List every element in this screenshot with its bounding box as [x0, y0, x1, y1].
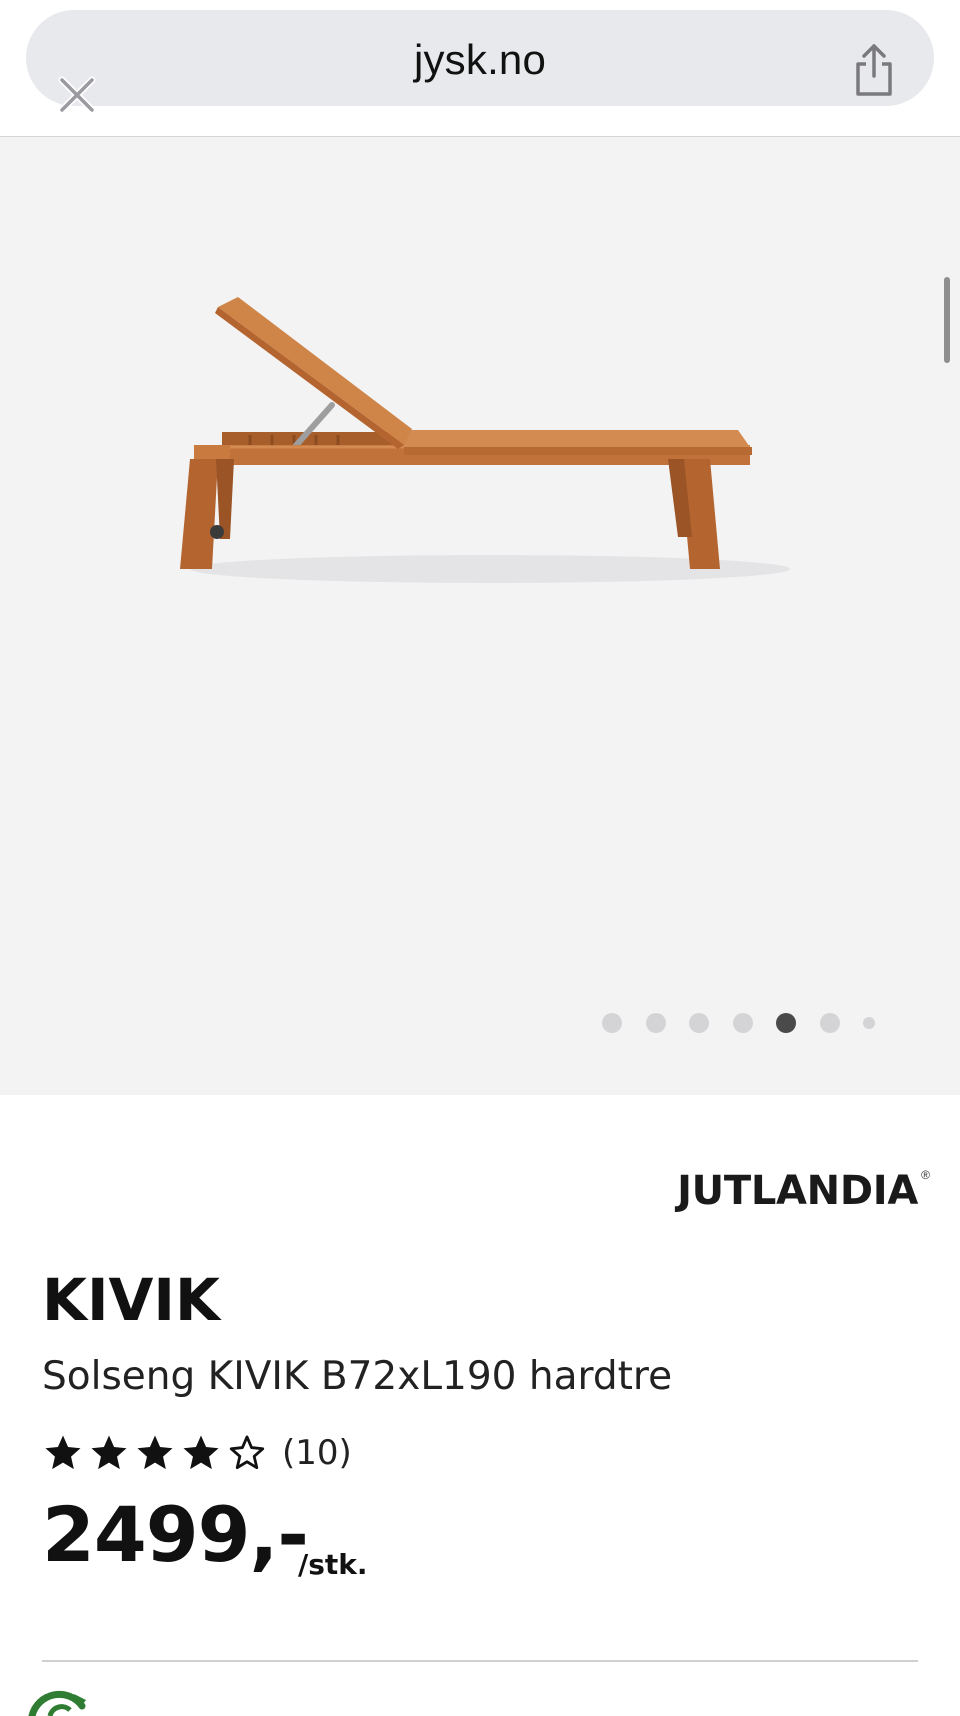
share-icon[interactable] [850, 42, 898, 98]
registered-mark: ® [921, 1168, 930, 1182]
star-filled-icon [183, 1435, 219, 1470]
product-description: Solseng KIVIK B72xL190 hardtre [42, 1354, 673, 1399]
carousel-dot[interactable] [602, 1013, 622, 1033]
review-count[interactable]: (10) [282, 1433, 352, 1473]
carousel-dots[interactable] [602, 1009, 922, 1037]
carousel-dot[interactable] [732, 1013, 753, 1033]
scroll-indicator [944, 277, 950, 363]
product-image[interactable] [160, 287, 830, 597]
star-filled-icon [91, 1435, 127, 1470]
product-rating[interactable]: (10) [42, 1428, 352, 1478]
brand-logo[interactable]: JUTLANDIA ® [658, 1168, 930, 1216]
carousel-dot[interactable] [863, 1017, 875, 1029]
carousel-dot[interactable] [645, 1013, 666, 1033]
carousel-dot-active[interactable] [776, 1013, 796, 1033]
star-filled-icon [45, 1435, 81, 1470]
carousel-dot[interactable] [819, 1013, 840, 1033]
address-bar[interactable]: jysk.no [26, 10, 934, 106]
star-empty-icon [229, 1435, 265, 1470]
product-price: 2499,- [42, 1490, 309, 1579]
price-unit: /stk. [298, 1548, 368, 1581]
url-text[interactable]: jysk.no [26, 36, 934, 84]
brand-name: JUTLANDIA [677, 1168, 918, 1214]
close-icon[interactable] [54, 72, 100, 118]
recycle-icon [28, 1690, 86, 1716]
section-divider [42, 1660, 918, 1662]
browser-chrome: jysk.no [0, 0, 960, 137]
carousel-dot[interactable] [689, 1013, 709, 1033]
product-image-gallery[interactable] [0, 137, 960, 1095]
product-title: KIVIK [42, 1266, 220, 1334]
star-filled-icon [137, 1435, 173, 1470]
